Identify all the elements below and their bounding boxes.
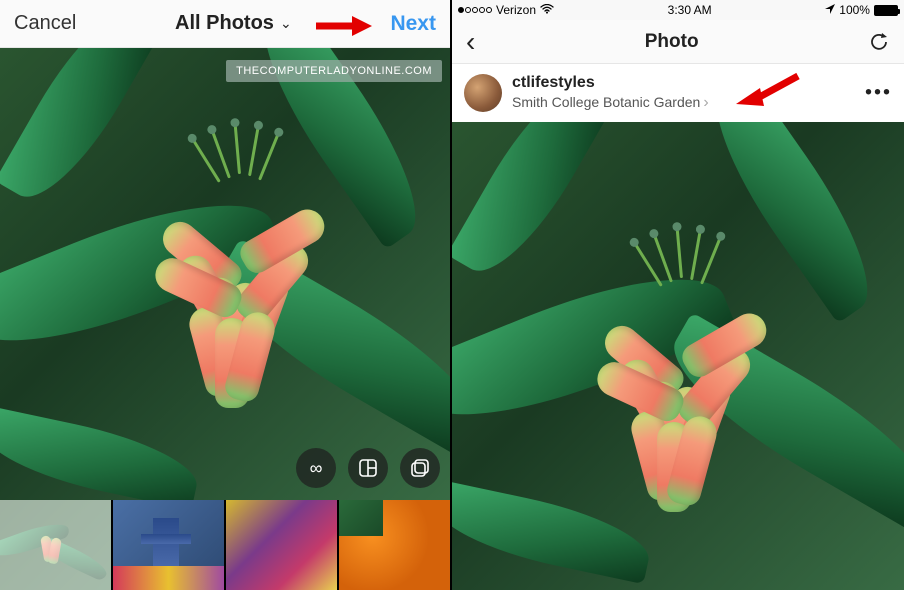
thumbnail[interactable] — [339, 500, 450, 590]
watermark-badge: THECOMPUTERLADYONLINE.COM — [226, 60, 442, 82]
cancel-button[interactable]: Cancel — [14, 12, 76, 35]
photo-detail-screen: Verizon 3:30 AM 100% ‹ Photo ctlifestyle… — [452, 0, 904, 590]
clock: 3:30 AM — [668, 3, 712, 17]
back-button[interactable]: ‹ — [466, 28, 475, 56]
collage-icon[interactable] — [348, 448, 388, 488]
post-photo[interactable] — [452, 122, 904, 590]
annotation-arrow — [732, 72, 802, 108]
refresh-button[interactable] — [868, 31, 890, 53]
more-options-button[interactable]: ••• — [865, 82, 892, 105]
status-bar: Verizon 3:30 AM 100% — [452, 0, 904, 20]
chevron-down-icon: ⌄ — [280, 15, 292, 32]
nav-bar: ‹ Photo — [452, 20, 904, 64]
thumbnail[interactable] — [0, 500, 111, 590]
nav-title: Photo — [645, 31, 699, 53]
thumbnail-strip — [0, 500, 450, 590]
thumbnail[interactable] — [113, 500, 224, 590]
username[interactable]: ctlifestyles — [512, 73, 709, 93]
multi-select-icon[interactable] — [400, 448, 440, 488]
carrier-label: Verizon — [496, 3, 536, 17]
picker-screen: Cancel All Photos ⌄ Next — [0, 0, 452, 590]
wifi-icon — [540, 3, 554, 17]
battery-icon — [874, 5, 898, 16]
location-services-icon — [825, 3, 835, 17]
photo-preview[interactable]: THECOMPUTERLADYONLINE.COM ∞ — [0, 48, 452, 500]
avatar[interactable] — [464, 74, 502, 112]
post-header: ctlifestyles Smith College Botanic Garde… — [452, 64, 904, 122]
thumbnail[interactable] — [226, 500, 337, 590]
location-label: Smith College Botanic Garden — [512, 94, 700, 112]
battery-percent: 100% — [839, 3, 870, 17]
location-link[interactable]: Smith College Botanic Garden › — [512, 93, 709, 113]
picker-header: Cancel All Photos ⌄ Next — [0, 0, 450, 48]
next-button[interactable]: Next — [390, 12, 436, 36]
boomerang-icon[interactable]: ∞ — [296, 448, 336, 488]
chevron-right-icon: › — [703, 93, 708, 113]
preview-tools: ∞ — [296, 448, 440, 488]
album-selector[interactable]: All Photos ⌄ — [175, 12, 292, 35]
album-title: All Photos — [175, 12, 274, 35]
signal-strength-icon — [458, 7, 492, 13]
annotation-arrow — [314, 14, 372, 38]
post-image — [452, 122, 904, 590]
preview-image — [0, 48, 452, 500]
